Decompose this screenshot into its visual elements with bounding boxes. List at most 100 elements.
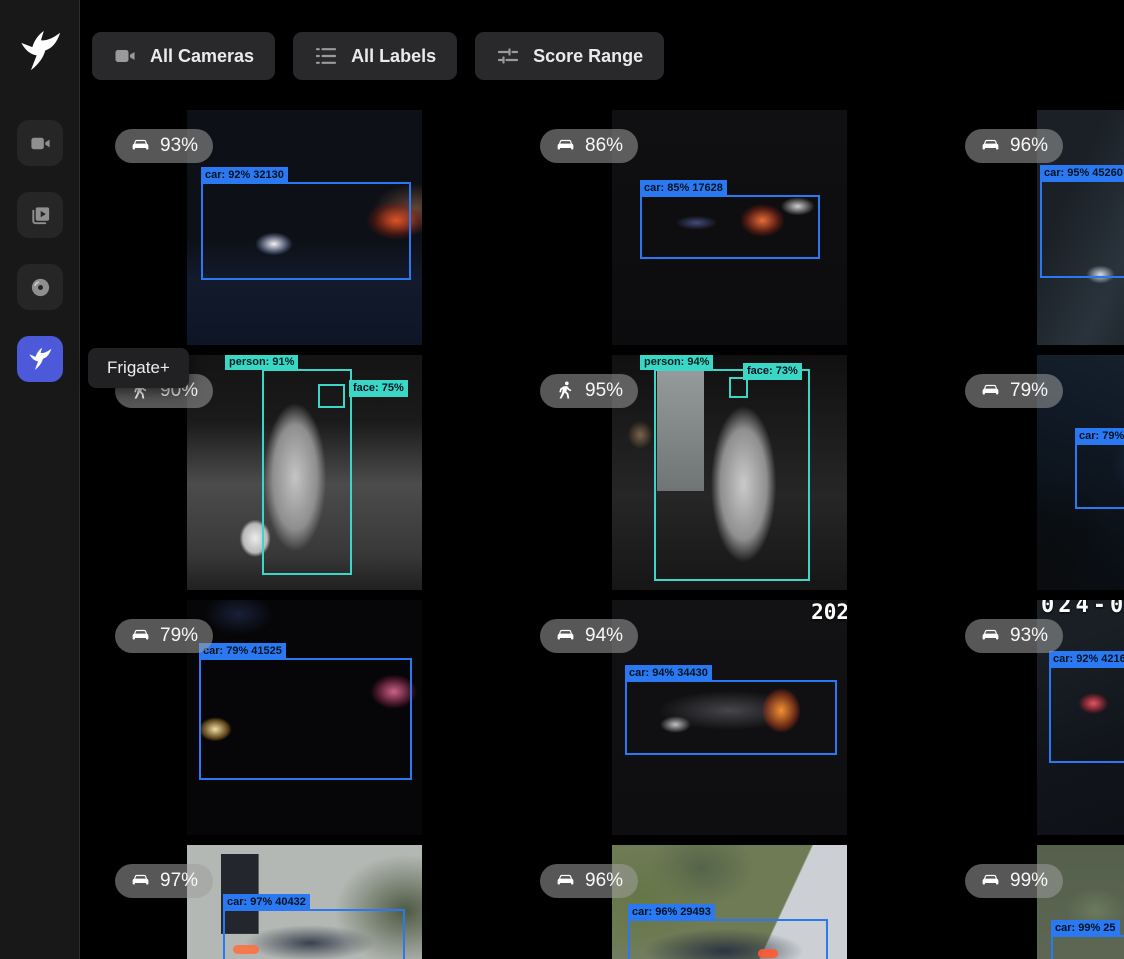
bounding-box: car: 95% 45260 — [1040, 180, 1124, 278]
detection-thumbnail[interactable]: car: 99% 25 — [1037, 845, 1124, 959]
camera-timestamp: 024-05 0 — [1041, 600, 1124, 618]
score-value: 94% — [585, 626, 623, 645]
face-label: face: 75% — [349, 380, 408, 397]
all-labels-button[interactable]: All Labels — [293, 32, 457, 80]
detection-card[interactable]: 96% car: 95% 45260 — [942, 110, 1124, 345]
person-label: person: 91% — [225, 355, 298, 370]
bounding-box: car: 94% 34430 — [625, 680, 837, 755]
all-labels-label: All Labels — [351, 46, 436, 67]
detection-card[interactable]: 97% car: 97% 40432 — [92, 845, 517, 959]
detection-card[interactable]: 79% car: 79% 41525 — [92, 600, 517, 835]
score-value: 96% — [585, 871, 623, 890]
person-label: person: 94% — [640, 355, 713, 370]
filter-toolbar: All Cameras All Labels Score Range — [92, 32, 664, 80]
bounding-box-label: car: 94% 34430 — [625, 665, 712, 682]
detection-card[interactable]: 79% car: 79% — [942, 355, 1124, 590]
car-icon — [980, 870, 1001, 891]
car-icon — [555, 870, 576, 891]
sidebar — [0, 0, 80, 959]
score-value: 95% — [585, 381, 623, 400]
camera-timestamp: 202 — [811, 600, 847, 624]
score-badge: 86% — [540, 129, 638, 163]
car-blur — [644, 929, 804, 959]
car-icon — [130, 870, 151, 891]
review-frames-icon — [29, 204, 52, 227]
bounding-box: car: 85% 17628 — [640, 195, 820, 259]
detection-card[interactable]: 86% car: 85% 17628 — [517, 110, 942, 345]
main-content: All Cameras All Labels Score Range 93% c… — [80, 0, 1124, 959]
bounding-box-label: car: 79% — [1075, 428, 1124, 445]
frigate-plus-tooltip: Frigate+ — [88, 348, 189, 388]
sidebar-item-frigate-plus[interactable] — [17, 336, 63, 382]
car-icon — [555, 625, 576, 646]
car-icon — [980, 380, 1001, 401]
person-icon — [555, 380, 576, 401]
score-badge: 79% — [115, 619, 213, 653]
sidebar-item-review[interactable] — [17, 192, 63, 238]
score-range-button[interactable]: Score Range — [475, 32, 664, 80]
detection-card[interactable]: 93% car: 92% 32130 — [92, 110, 517, 345]
bounding-box-label: car: 99% 25 — [1051, 920, 1120, 937]
bounding-box: car: 99% 25 — [1051, 935, 1124, 959]
bounding-box-label: car: 96% 29493 — [628, 904, 715, 921]
car-icon — [130, 135, 151, 156]
sidebar-item-export[interactable] — [17, 264, 63, 310]
score-badge: 93% — [965, 619, 1063, 653]
taillight-glow — [758, 949, 778, 958]
taillight-glow — [233, 945, 259, 954]
sidebar-item-cameras[interactable] — [17, 120, 63, 166]
detection-thumbnail[interactable]: 202 car: 94% 34430 — [612, 600, 847, 835]
all-cameras-label: All Cameras — [150, 46, 254, 67]
face-label: face: 73% — [743, 363, 802, 380]
face-bounding-box: face: 75% — [318, 384, 345, 408]
bounding-box-label: car: 97% 40432 — [223, 894, 310, 911]
all-cameras-button[interactable]: All Cameras — [92, 32, 275, 80]
score-badge: 97% — [115, 864, 213, 898]
frigate-bird-icon — [27, 346, 53, 372]
detection-card[interactable]: 93% 024-05 0 car: 92% 4216 — [942, 600, 1124, 835]
detection-card[interactable]: 96% car: 96% 29493 — [517, 845, 942, 959]
score-badge: 96% — [540, 864, 638, 898]
score-value: 79% — [160, 626, 198, 645]
detection-thumbnail[interactable]: car: 79% 41525 — [187, 600, 422, 835]
face-bounding-box: face: 73% — [729, 377, 748, 398]
score-value: 79% — [1010, 381, 1048, 400]
car-icon — [980, 625, 1001, 646]
score-value: 93% — [1010, 626, 1048, 645]
bounding-box: car: 96% 29493 — [628, 919, 828, 959]
score-badge: 79% — [965, 374, 1063, 408]
bounding-box: car: 92% 4216 — [1049, 666, 1124, 763]
detection-card[interactable]: 94% 202 car: 94% 34430 — [517, 600, 942, 835]
score-badge: 96% — [965, 129, 1063, 163]
bounding-box-label: car: 79% 41525 — [199, 643, 286, 660]
bounding-box-label: car: 92% 32130 — [201, 167, 288, 184]
detection-card[interactable]: 90% person: 91% face: 75% — [92, 355, 517, 590]
detection-card[interactable]: 95% person: 94% face: 73% — [517, 355, 942, 590]
detection-card[interactable]: 99% car: 99% 25 — [942, 845, 1124, 959]
detection-thumbnail[interactable]: car: 97% 40432 — [187, 845, 422, 959]
score-value: 93% — [160, 136, 198, 155]
detection-thumbnail[interactable]: person: 91% face: 75% — [187, 355, 422, 590]
detection-thumbnail[interactable]: person: 94% face: 73% — [612, 355, 847, 590]
list-icon — [314, 44, 338, 68]
score-value: 99% — [1010, 871, 1048, 890]
score-badge: 94% — [540, 619, 638, 653]
detection-thumbnail[interactable]: car: 96% 29493 — [612, 845, 847, 959]
bounding-box: car: 97% 40432 — [223, 909, 405, 959]
bounding-box-label: car: 95% 45260 — [1040, 165, 1124, 182]
detection-thumbnail[interactable]: car: 92% 32130 — [187, 110, 422, 345]
score-badge: 99% — [965, 864, 1063, 898]
score-value: 97% — [160, 871, 198, 890]
bounding-box — [654, 369, 810, 581]
car-icon — [555, 135, 576, 156]
sidebar-nav — [17, 120, 63, 382]
disc-icon — [29, 276, 52, 299]
video-camera-icon — [29, 132, 52, 155]
frigate-bird-icon — [17, 28, 63, 74]
frigate-logo — [17, 28, 63, 74]
detection-thumbnail[interactable]: car: 85% 17628 — [612, 110, 847, 345]
bounding-box: car: 79% — [1075, 443, 1124, 509]
video-camera-icon — [113, 44, 137, 68]
bounding-box: car: 79% 41525 — [199, 658, 412, 780]
bounding-box-label: car: 85% 17628 — [640, 180, 727, 197]
